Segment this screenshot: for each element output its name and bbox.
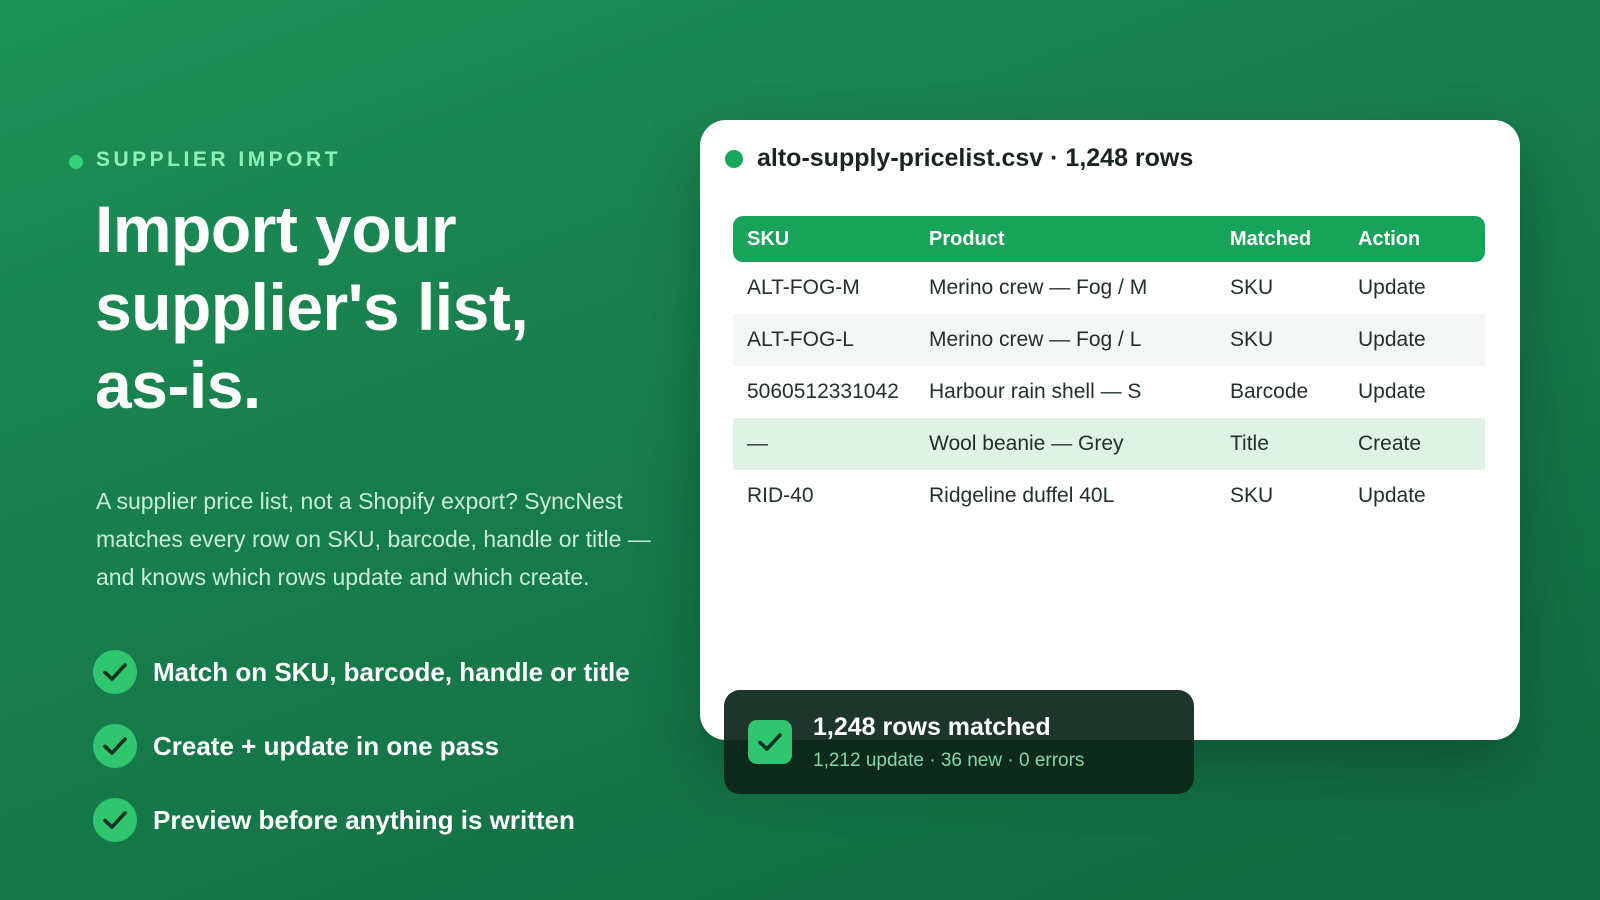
match-table: SKU Product Matched Action ALT-FOG-M Mer… [733, 216, 1485, 522]
checkbox-check-icon [748, 720, 792, 764]
description: A supplier price list, not a Shopify exp… [96, 482, 706, 596]
match-summary-toast: 1,248 rows matched 1,212 update · 36 new… [724, 690, 1194, 794]
headline-line-2: supplier's list, [95, 270, 529, 344]
feature-label: Preview before anything is written [153, 804, 575, 835]
cell-product: Ridgeline duffel 40L [929, 484, 1115, 507]
table-row[interactable]: 5060512331042 Harbour rain shell — S Bar… [733, 366, 1485, 418]
cell-product: Merino crew — Fog / L [929, 328, 1142, 351]
headline: Import your supplier's list, as-is. [95, 190, 655, 424]
cell-sku: ALT-FOG-M [747, 276, 860, 299]
feature-list: Match on SKU, barcode, handle or title C… [93, 650, 630, 872]
column-header-action: Action [1358, 227, 1421, 250]
table-header: SKU Product Matched Action [733, 216, 1485, 262]
column-header-sku: SKU [747, 227, 790, 250]
column-header-matched: Matched [1230, 227, 1312, 250]
headline-line-1: Import your [95, 192, 457, 266]
card-header: alto-supply-pricelist.csv · 1,248 rows [725, 144, 1193, 173]
cell-product: Harbour rain shell — S [929, 380, 1142, 403]
eyebrow-dot-icon [69, 154, 83, 169]
cell-action: Update [1358, 276, 1426, 299]
hero-section: SUPPLIER IMPORT Import your supplier's l… [0, 0, 700, 900]
column-header-product: Product [929, 227, 1005, 250]
check-circle-icon [93, 724, 137, 768]
import-preview-card: alto-supply-pricelist.csv · 1,248 rows S… [700, 120, 1520, 740]
feature-item: Match on SKU, barcode, handle or title [93, 650, 630, 694]
eyebrow-label: SUPPLIER IMPORT [96, 148, 342, 171]
file-title: alto-supply-pricelist.csv · 1,248 rows [757, 144, 1194, 172]
cell-matched: SKU [1230, 328, 1274, 351]
cell-matched: Barcode [1230, 380, 1309, 403]
cell-sku: ALT-FOG-L [747, 328, 854, 351]
cell-sku: 5060512331042 [747, 380, 899, 403]
table-row[interactable]: RID-40 Ridgeline duffel 40L SKU Update [733, 470, 1485, 522]
cell-sku: — [747, 432, 768, 455]
cell-action: Update [1358, 484, 1426, 507]
feature-item: Create + update in one pass [93, 724, 630, 768]
toast-title: 1,248 rows matched [813, 712, 1051, 741]
check-circle-icon [93, 798, 137, 842]
check-circle-icon [93, 650, 137, 694]
cell-matched: SKU [1230, 276, 1274, 299]
headline-line-3: as-is. [95, 348, 261, 422]
table-row[interactable]: ALT-FOG-M Merino crew — Fog / M SKU Upda… [733, 262, 1485, 314]
cell-action: Update [1358, 380, 1426, 403]
description-line-1: A supplier price list, not a Shopify exp… [96, 488, 623, 514]
cell-sku: RID-40 [747, 484, 814, 507]
status-dot-icon [725, 149, 743, 168]
cell-product: Merino crew — Fog / M [929, 276, 1148, 299]
cell-matched: SKU [1230, 484, 1274, 507]
feature-label: Match on SKU, barcode, handle or title [153, 656, 630, 687]
description-line-3: and knows which rows update and which cr… [96, 564, 590, 590]
feature-item: Preview before anything is written [93, 798, 630, 842]
cell-matched: Title [1230, 432, 1269, 455]
table-row-highlighted[interactable]: — Wool beanie — Grey Title Create [733, 418, 1485, 470]
cell-action: Create [1358, 432, 1422, 455]
description-line-2: matches every row on SKU, barcode, handl… [96, 526, 651, 552]
cell-action: Update [1358, 328, 1426, 351]
cell-product: Wool beanie — Grey [929, 432, 1124, 455]
table-row[interactable]: ALT-FOG-L Merino crew — Fog / L SKU Upda… [733, 314, 1485, 366]
eyebrow: SUPPLIER IMPORT [69, 148, 341, 172]
feature-label: Create + update in one pass [153, 730, 500, 761]
toast-subtitle: 1,212 update · 36 new · 0 errors [813, 749, 1085, 771]
toast-text: 1,248 rows matched 1,212 update · 36 new… [813, 713, 1084, 772]
